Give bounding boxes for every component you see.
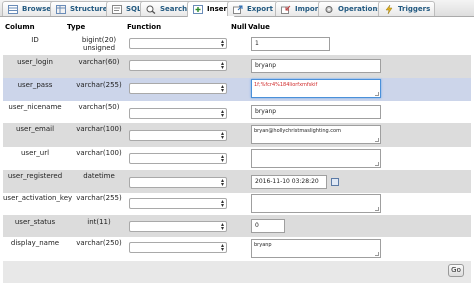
function-select[interactable]: ▴ ▾	[129, 153, 227, 164]
operations-icon	[325, 6, 333, 13]
column-type: varchar(250)	[76, 239, 122, 247]
column-type: varchar(60)	[78, 58, 120, 66]
table-row: user_registered datetime ▴ ▾ 2016-11-10 0…	[3, 170, 471, 193]
table-row: user_status int(11) ▴ ▾ 0	[3, 215, 471, 237]
resize-grip-icon[interactable]	[375, 207, 379, 211]
select-arrows-icon: ▴ ▾	[220, 130, 224, 141]
function-select[interactable]: ▴ ▾	[129, 83, 227, 94]
value-textarea[interactable]	[251, 149, 381, 168]
select-arrows-icon: ▴ ▾	[220, 108, 224, 119]
header-column: Column	[5, 23, 35, 31]
tab-export[interactable]: Export	[227, 1, 278, 16]
value-input[interactable]: bryanp	[251, 105, 381, 119]
display-name-text: bryanp	[254, 242, 272, 248]
column-name: ID	[31, 36, 39, 44]
table-row: user_pass varchar(255) ▴ ▾ 1f;%fcr4%184li…	[3, 78, 471, 101]
select-arrows-icon: ▴ ▾	[220, 60, 224, 71]
tab-label: Browse	[22, 5, 51, 13]
structure-icon	[56, 5, 66, 14]
tab-search[interactable]: Search	[140, 1, 193, 16]
column-type: bigint(20) unsigned	[81, 36, 117, 52]
header-value: Value	[248, 23, 270, 31]
function-select[interactable]: ▴ ▾	[129, 242, 227, 253]
column-name: user_nicename	[8, 103, 62, 111]
resize-grip-icon[interactable]	[375, 252, 379, 256]
resize-grip-icon[interactable]	[375, 138, 379, 142]
search-icon	[146, 5, 156, 14]
select-arrows-icon: ▴ ▾	[220, 242, 224, 253]
value-textarea[interactable]: bryan@hollychristmaslighting.com	[251, 125, 381, 144]
function-select[interactable]: ▴ ▾	[129, 198, 227, 209]
column-name: user_login	[17, 58, 53, 66]
select-arrows-icon: ▴ ▾	[220, 153, 224, 164]
column-type: varchar(255)	[76, 194, 122, 202]
sql-icon	[112, 5, 122, 14]
browse-icon	[8, 5, 18, 14]
tab-bar: Browse Structure SQL Search Insert Expor…	[0, 0, 474, 17]
column-type: varchar(100)	[76, 125, 122, 133]
column-name: user_activation_key	[3, 194, 73, 202]
table-row: display_name varchar(250) ▴ ▾ bryanp	[3, 237, 471, 261]
tab-label: Triggers	[398, 5, 431, 13]
function-select[interactable]: ▴ ▾	[129, 60, 227, 71]
table-row: user_activation_key varchar(255) ▴ ▾	[3, 193, 471, 215]
value-textarea[interactable]	[251, 194, 381, 213]
password-hash-text: 1f;%fcr4%184liorfxmfskif	[254, 82, 318, 88]
function-select[interactable]: ▴ ▾	[129, 177, 227, 188]
column-name: user_registered	[7, 172, 63, 180]
column-type: int(11)	[87, 218, 111, 226]
form-footer	[3, 261, 471, 283]
column-type: varchar(50)	[78, 103, 120, 111]
function-select[interactable]: ▴ ▾	[129, 108, 227, 119]
column-type: varchar(100)	[76, 149, 122, 157]
column-name: user_url	[20, 149, 50, 157]
value-input[interactable]: 1	[251, 37, 330, 51]
table-row: user_nicename varchar(50) ▴ ▾ bryanp	[3, 101, 471, 123]
table-row: user_login varchar(60) ▴ ▾ bryanp	[3, 55, 471, 78]
function-select[interactable]: ▴ ▾	[129, 130, 227, 141]
tab-triggers[interactable]: Triggers	[378, 1, 436, 16]
tab-structure[interactable]: Structure	[50, 1, 113, 16]
select-arrows-icon: ▴ ▾	[220, 83, 224, 94]
column-name: user_email	[15, 125, 55, 133]
select-arrows-icon: ▴ ▾	[220, 221, 224, 232]
calendar-icon[interactable]	[331, 178, 339, 186]
insert-icon	[193, 5, 203, 14]
function-select[interactable]: ▴ ▾	[129, 38, 227, 49]
select-arrows-icon: ▴ ▾	[220, 38, 224, 49]
resize-grip-icon[interactable]	[375, 162, 379, 166]
select-arrows-icon: ▴ ▾	[220, 198, 224, 209]
header-null: Null	[231, 23, 247, 31]
datetime-input[interactable]: 2016-11-10 03:28:20	[251, 175, 327, 189]
column-type: varchar(255)	[76, 81, 122, 89]
tab-label: Structure	[70, 5, 108, 13]
email-text: bryan@hollychristmaslighting.com	[254, 128, 341, 134]
column-name: user_status	[14, 218, 56, 226]
tab-label: Operations	[338, 5, 382, 13]
function-select[interactable]: ▴ ▾	[129, 221, 227, 232]
value-textarea[interactable]: 1f;%fcr4%184liorfxmfskif	[251, 79, 381, 98]
import-icon	[281, 5, 291, 14]
table-row: ID bigint(20) unsigned ▴ ▾ 1	[3, 33, 471, 55]
table-row: user_url varchar(100) ▴ ▾	[3, 147, 471, 170]
resize-grip-icon[interactable]	[375, 92, 379, 96]
tab-label: Search	[160, 5, 188, 13]
column-name: user_pass	[17, 81, 53, 89]
table-row: user_email varchar(100) ▴ ▾ bryan@hollych…	[3, 123, 471, 147]
tab-label: Export	[247, 5, 273, 13]
go-button[interactable]: Go	[448, 264, 464, 277]
column-type: datetime	[83, 172, 115, 180]
value-textarea[interactable]: bryanp	[251, 239, 381, 258]
header-type: Type	[67, 23, 86, 31]
select-arrows-icon: ▴ ▾	[220, 177, 224, 188]
tab-browse[interactable]: Browse	[2, 1, 56, 16]
tab-operations[interactable]: Operations	[318, 1, 387, 16]
column-name: display_name	[10, 239, 60, 247]
header-function: Function	[127, 23, 162, 31]
triggers-icon	[385, 5, 393, 14]
value-input[interactable]: bryanp	[251, 59, 381, 73]
export-icon	[233, 5, 243, 14]
value-input[interactable]: 0	[251, 219, 285, 233]
